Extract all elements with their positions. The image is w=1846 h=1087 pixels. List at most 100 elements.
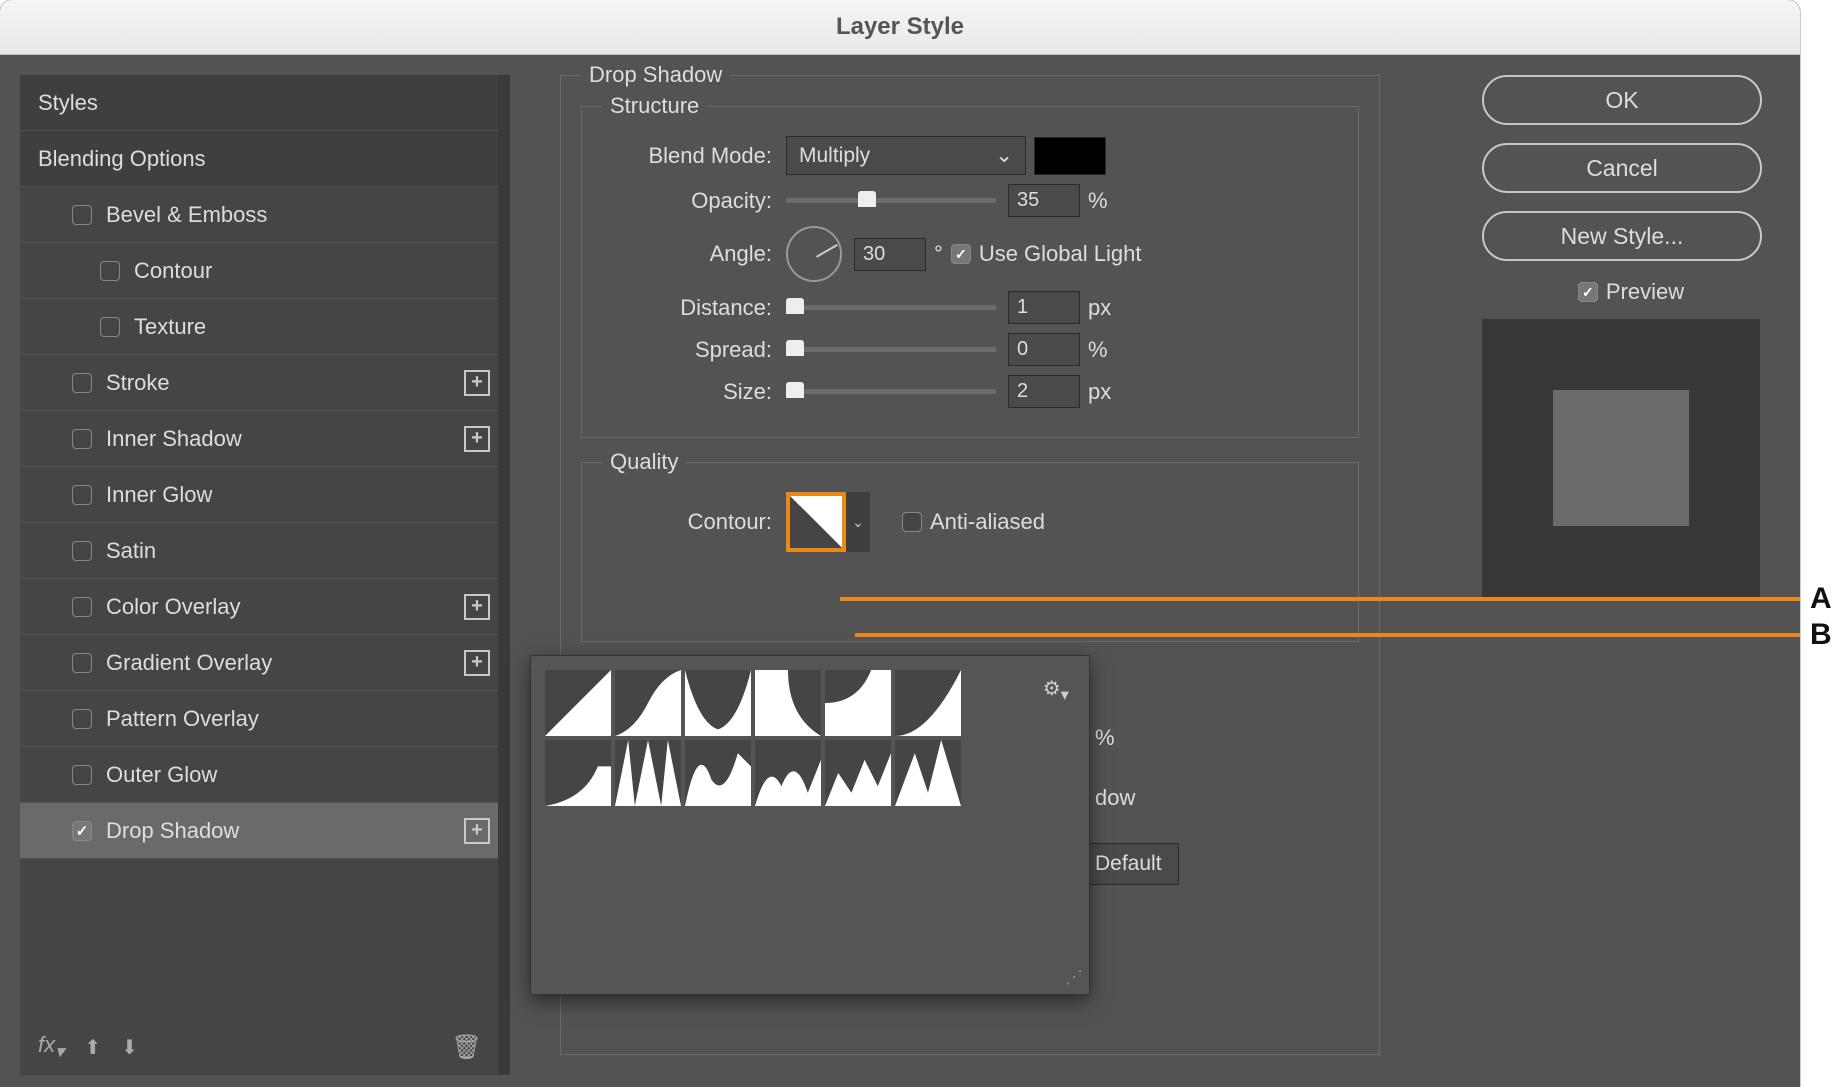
ok-button[interactable]: OK xyxy=(1482,75,1762,125)
contour-preset-grid xyxy=(545,670,965,806)
contour-preset[interactable] xyxy=(825,740,891,806)
size-unit: px xyxy=(1088,379,1111,405)
reset-default-button[interactable]: Default xyxy=(1078,843,1179,885)
dialog-actions: OK Cancel New Style... Preview xyxy=(1482,75,1772,597)
checkbox-icon[interactable] xyxy=(72,653,92,673)
opacity-label: Opacity: xyxy=(602,188,772,214)
noise-unit-peek: % xyxy=(1095,725,1115,751)
sidebar-footer: fx▾ ⬆ ⬇ 🗑 xyxy=(20,1019,510,1075)
contour-dropdown-icon[interactable]: ⌄ xyxy=(846,492,870,552)
contour-preset[interactable] xyxy=(615,740,681,806)
add-effect-icon[interactable]: + xyxy=(464,426,490,452)
knockout-peek: dow xyxy=(1095,785,1135,811)
preview-label: Preview xyxy=(1606,279,1684,305)
effect-title: Drop Shadow xyxy=(581,62,730,88)
sidebar-bevel-emboss[interactable]: Bevel & Emboss xyxy=(20,187,510,243)
chevron-down-icon: ⌄ xyxy=(995,143,1013,168)
add-effect-icon[interactable]: + xyxy=(464,650,490,676)
contour-preset[interactable] xyxy=(825,670,891,736)
spread-input[interactable] xyxy=(1008,333,1080,366)
distance-slider[interactable] xyxy=(786,305,996,310)
sidebar-blending-options[interactable]: Blending Options xyxy=(20,131,510,187)
contour-preset[interactable] xyxy=(685,740,751,806)
anti-aliased-label: Anti-aliased xyxy=(930,509,1045,535)
checkbox-icon[interactable] xyxy=(100,261,120,281)
contour-label: Contour: xyxy=(602,509,772,535)
contour-preset[interactable] xyxy=(755,740,821,806)
move-down-icon[interactable]: ⬇ xyxy=(121,1035,138,1060)
sidebar-pattern-overlay[interactable]: Pattern Overlay xyxy=(20,691,510,747)
sidebar-contour[interactable]: Contour xyxy=(20,243,510,299)
preview-thumbnail xyxy=(1482,319,1760,597)
distance-label: Distance: xyxy=(602,295,772,321)
checkbox-icon[interactable] xyxy=(72,485,92,505)
contour-preset[interactable] xyxy=(895,740,961,806)
blend-mode-select[interactable]: Multiply⌄ xyxy=(786,136,1026,175)
checkbox-icon[interactable] xyxy=(72,373,92,393)
sidebar-inner-glow[interactable]: Inner Glow xyxy=(20,467,510,523)
spread-unit: % xyxy=(1088,337,1108,363)
size-input[interactable] xyxy=(1008,375,1080,408)
checkbox-icon[interactable] xyxy=(72,429,92,449)
resize-handle-icon[interactable]: ⋰ xyxy=(1065,967,1083,988)
opacity-slider[interactable] xyxy=(786,198,996,203)
window-title: Layer Style xyxy=(836,13,964,41)
sidebar-color-overlay[interactable]: Color Overlay+ xyxy=(20,579,510,635)
contour-preset[interactable] xyxy=(545,670,611,736)
add-effect-icon[interactable]: + xyxy=(464,370,490,396)
angle-unit: ° xyxy=(934,241,943,267)
gear-icon[interactable]: ⚙▾ xyxy=(1043,676,1069,705)
anti-aliased-checkbox[interactable] xyxy=(902,512,922,532)
distance-unit: px xyxy=(1088,295,1111,321)
opacity-input[interactable] xyxy=(1008,184,1080,217)
checkbox-icon[interactable] xyxy=(72,205,92,225)
checkbox-icon[interactable] xyxy=(72,709,92,729)
angle-input[interactable] xyxy=(854,238,926,271)
cancel-button[interactable]: Cancel xyxy=(1482,143,1762,193)
structure-title: Structure xyxy=(602,93,707,119)
checkbox-icon[interactable] xyxy=(100,317,120,337)
shadow-color-swatch[interactable] xyxy=(1034,137,1106,175)
sidebar-inner-shadow[interactable]: Inner Shadow+ xyxy=(20,411,510,467)
global-light-checkbox[interactable] xyxy=(951,244,971,264)
sidebar-drop-shadow[interactable]: Drop Shadow+ xyxy=(20,803,510,859)
callout-line-a xyxy=(840,597,1800,601)
scrollbar[interactable] xyxy=(498,75,510,1075)
trash-icon[interactable]: 🗑 xyxy=(452,1033,482,1062)
opacity-unit: % xyxy=(1088,188,1108,214)
quality-title: Quality xyxy=(602,449,686,475)
contour-thumbnail[interactable] xyxy=(786,492,846,552)
checkbox-icon[interactable] xyxy=(72,765,92,785)
checkbox-icon[interactable] xyxy=(72,597,92,617)
size-slider[interactable] xyxy=(786,389,996,394)
checkbox-icon[interactable] xyxy=(72,821,92,841)
checkbox-icon[interactable] xyxy=(72,541,92,561)
contour-preset[interactable] xyxy=(615,670,681,736)
contour-preset[interactable] xyxy=(895,670,961,736)
distance-input[interactable] xyxy=(1008,291,1080,324)
titlebar: Layer Style xyxy=(0,0,1800,55)
sidebar-texture[interactable]: Texture xyxy=(20,299,510,355)
sidebar-satin[interactable]: Satin xyxy=(20,523,510,579)
callout-line-b xyxy=(855,633,1800,637)
callout-b: B xyxy=(1810,618,1832,652)
sidebar-outer-glow[interactable]: Outer Glow xyxy=(20,747,510,803)
callout-a: A xyxy=(1810,582,1832,616)
spread-label: Spread: xyxy=(602,337,772,363)
global-light-label: Use Global Light xyxy=(979,241,1142,267)
contour-picker-popup: ⚙▾ ⋰ xyxy=(530,655,1090,995)
contour-preset[interactable] xyxy=(545,740,611,806)
sidebar-stroke[interactable]: Stroke+ xyxy=(20,355,510,411)
sidebar-gradient-overlay[interactable]: Gradient Overlay+ xyxy=(20,635,510,691)
new-style-button[interactable]: New Style... xyxy=(1482,211,1762,261)
add-effect-icon[interactable]: + xyxy=(464,594,490,620)
contour-preset[interactable] xyxy=(685,670,751,736)
preview-checkbox[interactable] xyxy=(1578,282,1598,302)
move-up-icon[interactable]: ⬆ xyxy=(84,1035,101,1060)
angle-dial[interactable] xyxy=(786,226,842,282)
add-effect-icon[interactable]: + xyxy=(464,818,490,844)
contour-preset[interactable] xyxy=(755,670,821,736)
sidebar-styles[interactable]: Styles xyxy=(20,75,510,131)
fx-menu-icon[interactable]: fx▾ xyxy=(38,1032,64,1062)
spread-slider[interactable] xyxy=(786,347,996,352)
